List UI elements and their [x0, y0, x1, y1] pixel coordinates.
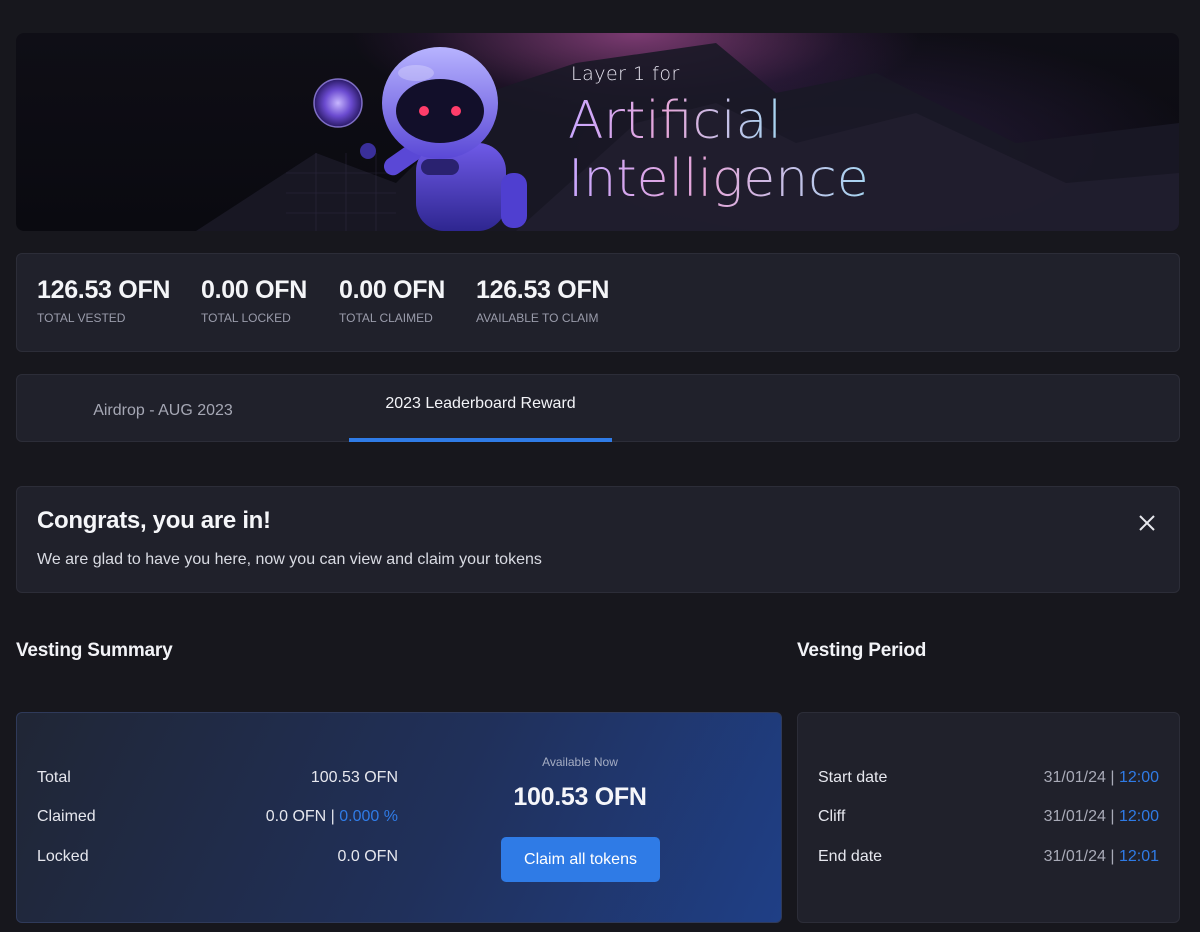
summary-locked-label: Locked [37, 848, 89, 865]
period-cliff-label: Cliff [818, 808, 846, 825]
hero-banner: Layer 1 for Artificial Intelligence [16, 33, 1179, 231]
period-date: 31/01/24 | [1043, 769, 1115, 786]
stat-label: TOTAL CLAIMED [339, 311, 433, 325]
period-end-label: End date [818, 848, 883, 865]
period-date: 31/01/24 | [1043, 808, 1115, 825]
period-time: 12:01 [1118, 848, 1159, 865]
vesting-period-card: Start date 31/01/24 | 12:00 Cliff 31/01/… [797, 712, 1180, 923]
tab-2023-leaderboard-reward[interactable]: 2023 Leaderboard Reward [349, 375, 612, 442]
congrats-alert: Congrats, you are in! We are glad to hav… [16, 486, 1180, 593]
stat-label: AVAILABLE TO CLAIM [476, 311, 599, 325]
available-now-label: Available Now [542, 755, 618, 769]
vesting-summary-card: Total 100.53 OFN Claimed 0.0 OFN | 0.000… [16, 712, 782, 923]
stat-label: TOTAL LOCKED [201, 311, 291, 325]
period-date: 31/01/24 | [1043, 848, 1115, 865]
period-time: 12:00 [1118, 808, 1159, 825]
summary-claimed-value: 0.0 OFN | 0.000 % [266, 808, 398, 826]
banner-tagline: Layer 1 for [571, 63, 680, 85]
claimed-amount: 0.0 OFN | [265, 808, 335, 825]
stat-value: 126.53 OFN [476, 276, 610, 304]
stat-value: 0.00 OFN [339, 276, 445, 304]
vesting-period-title: Vesting Period [797, 640, 927, 661]
vesting-summary-title: Vesting Summary [16, 640, 173, 661]
stat-total-locked: 0.00 OFN TOTAL LOCKED [201, 276, 307, 325]
stat-total-claimed: 0.00 OFN TOTAL CLAIMED [339, 276, 445, 325]
period-cliff-value: 31/01/24 | 12:00 [1044, 808, 1159, 826]
reward-tabs: Airdrop - AUG 2023 2023 Leaderboard Rewa… [16, 374, 1180, 442]
summary-total-value: 100.53 OFN [310, 769, 398, 786]
period-time: 12:00 [1118, 769, 1159, 786]
banner-headline-line-1: Artificial [568, 91, 782, 151]
summary-locked-value: 0.0 OFN [337, 848, 398, 865]
stat-value: 0.00 OFN [201, 276, 307, 304]
period-end-value: 31/01/24 | 12:01 [1044, 848, 1159, 866]
period-start-value: 31/01/24 | 12:00 [1044, 769, 1159, 787]
banner-headline-line-2: Intelligence [568, 149, 869, 209]
summary-claimed-label: Claimed [37, 808, 96, 825]
tab-airdrop-aug-2023[interactable]: Airdrop - AUG 2023 [17, 375, 309, 441]
available-now-value: 100.53 OFN [513, 783, 647, 811]
stat-total-vested: 126.53 OFN TOTAL VESTED [37, 276, 170, 325]
stat-value: 126.53 OFN [37, 276, 171, 304]
period-start-label: Start date [818, 769, 888, 786]
stat-label: TOTAL VESTED [37, 311, 126, 325]
token-stats-card: 126.53 OFN TOTAL VESTED 0.00 OFN TOTAL L… [16, 253, 1180, 352]
close-icon[interactable] [1137, 513, 1157, 533]
claimed-percent: 0.000 % [339, 808, 398, 825]
alert-title: Congrats, you are in! [37, 507, 271, 534]
summary-total-label: Total [37, 769, 71, 786]
stat-available-to-claim: 126.53 OFN AVAILABLE TO CLAIM [476, 276, 609, 325]
claim-all-tokens-button[interactable]: Claim all tokens [501, 837, 660, 882]
alert-message: We are glad to have you here, now you ca… [37, 551, 542, 568]
